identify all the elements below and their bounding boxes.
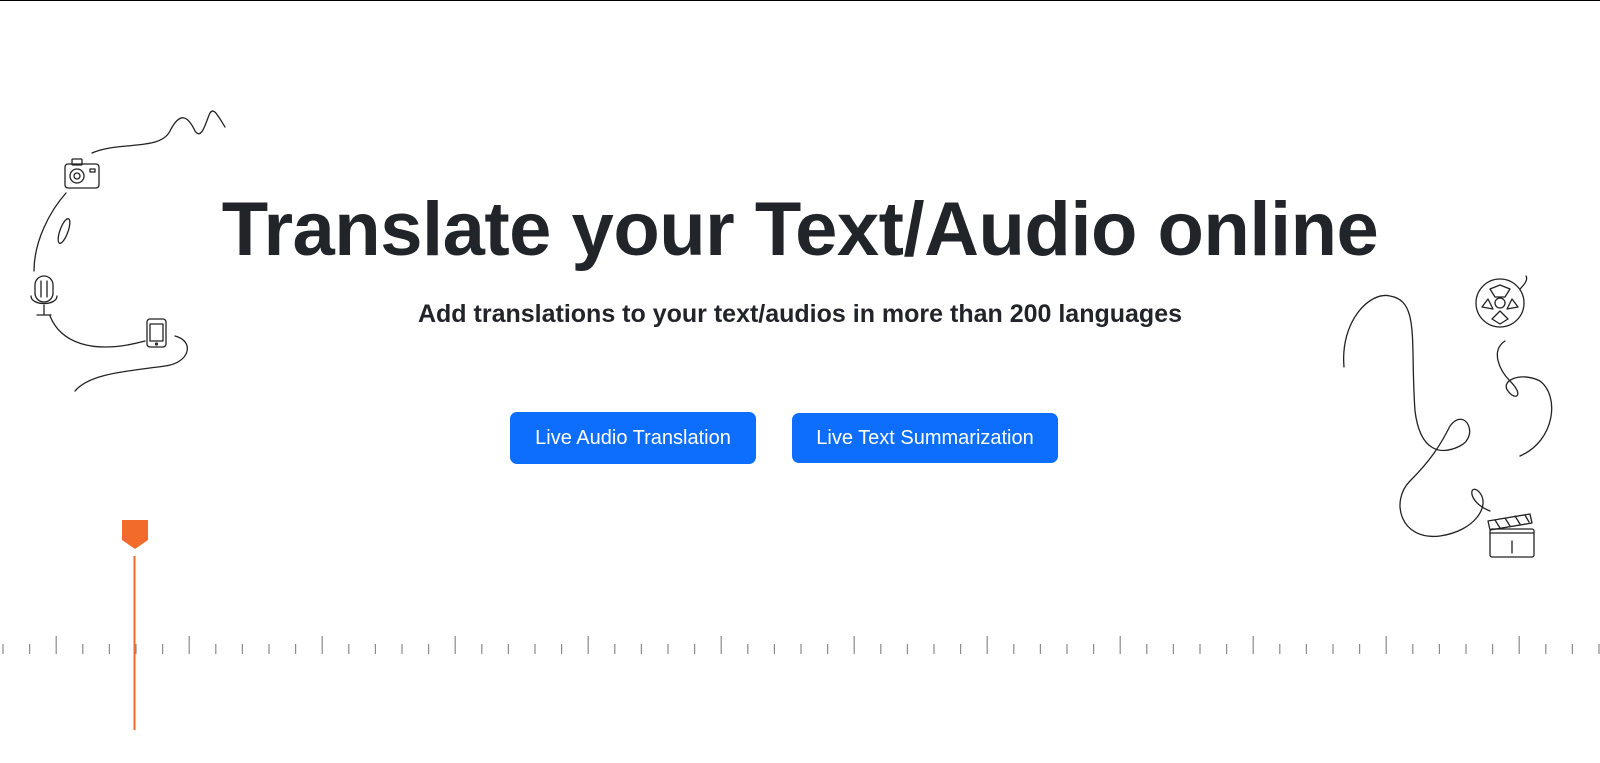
hero-title: Translate your Text/Audio online [221,187,1379,272]
timeline-playhead[interactable] [120,518,152,730]
doodle-squiggle-top [91,110,226,154]
film-reel-icon [1475,275,1528,328]
camera-icon [64,158,100,189]
playhead-marker-icon [122,520,148,730]
live-text-summarization-button[interactable]: Live Text Summarization [792,413,1058,463]
live-audio-translation-button[interactable]: Live Audio Translation [510,412,756,464]
clapperboard-icon [1487,513,1535,558]
timeline-ruler [2,636,1600,654]
right-doodle-decoration [1343,275,1553,558]
doodle-swirl [1343,294,1491,537]
doodle-loop [1496,340,1553,457]
page: Translate your Text/Audio online Add tra… [0,0,1600,763]
